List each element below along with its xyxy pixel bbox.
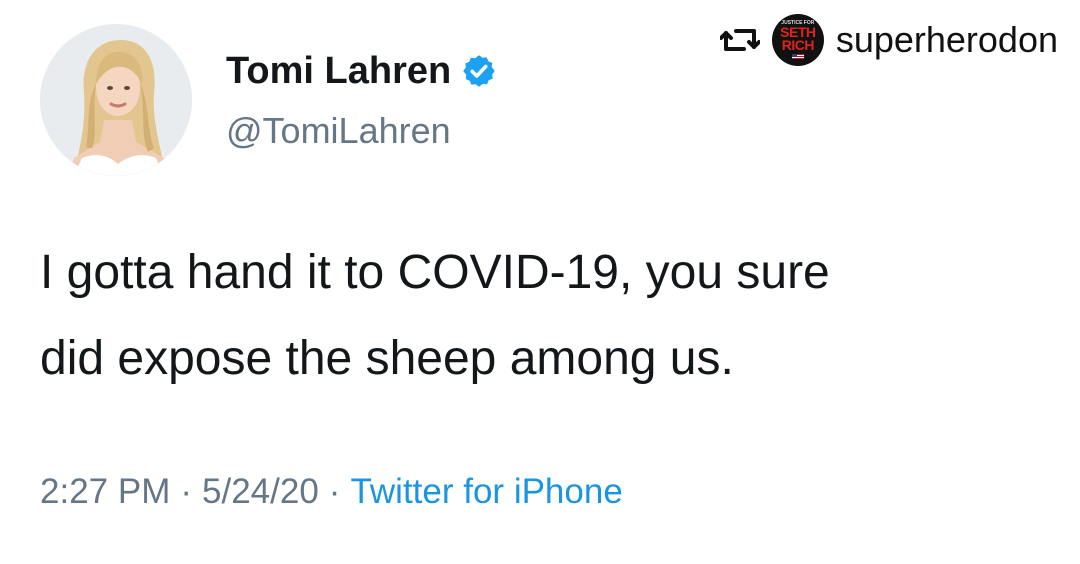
user-handle[interactable]: @TomiLahren bbox=[226, 110, 497, 152]
separator: · bbox=[328, 472, 341, 511]
repost-username[interactable]: superherodon bbox=[836, 19, 1058, 61]
flag-icon bbox=[791, 54, 804, 60]
repost-banner: JUSTICE FOR SETH RICH superherodon bbox=[719, 8, 1058, 72]
tweet-text-line: I gotta hand it to COVID-19, you sure bbox=[40, 246, 830, 299]
tweet-header: Tomi Lahren @TomiLahren bbox=[226, 48, 497, 152]
repost-icon bbox=[719, 20, 760, 60]
tweet-time[interactable]: 2:27 PM bbox=[40, 472, 170, 512]
tweet-text: I gotta hand it to COVID-19, you sure di… bbox=[40, 230, 1050, 402]
separator: · bbox=[180, 472, 193, 511]
name-row: Tomi Lahren bbox=[226, 48, 497, 94]
verified-badge-icon bbox=[461, 53, 497, 89]
profile-photo bbox=[40, 24, 192, 176]
tweet-date[interactable]: 5/24/20 bbox=[202, 472, 319, 512]
repost-user-avatar[interactable]: JUSTICE FOR SETH RICH bbox=[771, 14, 824, 66]
profile-avatar[interactable] bbox=[40, 24, 192, 176]
tweet-footer: 2:27 PM · 5/24/20 · Twitter for iPhone bbox=[40, 472, 623, 512]
display-name[interactable]: Tomi Lahren bbox=[226, 50, 451, 93]
avatar-text-line2: RICH bbox=[781, 36, 815, 53]
tweet-source-link[interactable]: Twitter for iPhone bbox=[350, 472, 622, 512]
tweet-text-line: did expose the sheep among us. bbox=[40, 332, 734, 385]
